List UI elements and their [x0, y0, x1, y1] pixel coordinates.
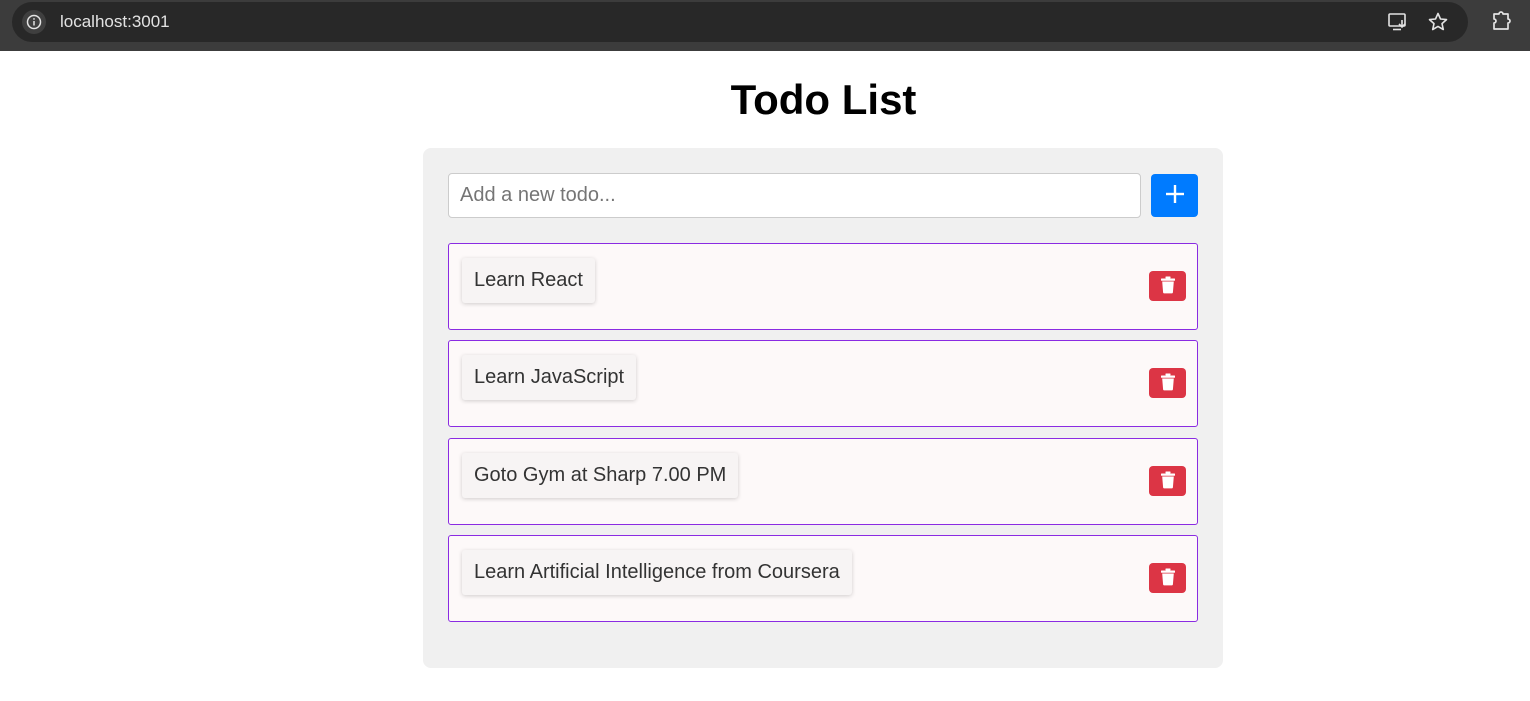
- trash-icon: [1160, 471, 1176, 492]
- todo-text[interactable]: Learn JavaScript: [462, 355, 637, 400]
- url-text[interactable]: localhost:3001: [60, 12, 170, 32]
- todo-item: Learn JavaScript: [448, 340, 1198, 427]
- extensions-icon[interactable]: [1489, 9, 1513, 33]
- delete-todo-button[interactable]: [1149, 368, 1186, 398]
- add-todo-button[interactable]: [1151, 174, 1198, 217]
- trash-icon: [1160, 373, 1176, 394]
- delete-todo-button[interactable]: [1149, 466, 1186, 496]
- new-todo-input[interactable]: [448, 173, 1141, 218]
- install-app-icon[interactable]: [1387, 11, 1409, 33]
- delete-todo-button[interactable]: [1149, 563, 1186, 593]
- browser-toolbar: localhost:3001: [0, 0, 1530, 51]
- address-bar[interactable]: localhost:3001: [12, 2, 1468, 42]
- todo-card: Learn React Learn JavaScript: [423, 148, 1223, 668]
- site-info-icon[interactable]: [22, 10, 46, 34]
- delete-todo-button[interactable]: [1149, 271, 1186, 301]
- todo-text[interactable]: Learn Artificial Intelligence from Cours…: [462, 550, 852, 595]
- trash-icon: [1160, 568, 1176, 589]
- todo-item: Goto Gym at Sharp 7.00 PM: [448, 438, 1198, 525]
- todo-text[interactable]: Learn React: [462, 258, 595, 303]
- bookmark-star-icon[interactable]: [1427, 11, 1449, 33]
- plus-icon: [1165, 184, 1185, 207]
- page-title: Todo List: [730, 76, 917, 123]
- trash-icon: [1160, 276, 1176, 297]
- todo-item: Learn React: [448, 243, 1198, 330]
- todo-item: Learn Artificial Intelligence from Cours…: [448, 535, 1198, 622]
- todo-text[interactable]: Goto Gym at Sharp 7.00 PM: [462, 453, 739, 498]
